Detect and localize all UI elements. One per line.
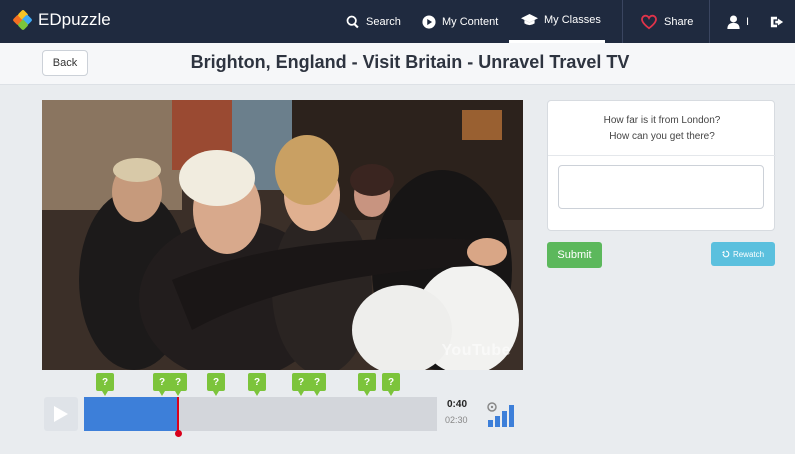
graduation-cap-icon xyxy=(521,14,538,26)
player-controls: 0:40 02:30 ????????? xyxy=(42,373,523,439)
top-nav-bar: EDpuzzle Search My Content My Classes Sh… xyxy=(0,0,795,43)
played-progress xyxy=(84,397,178,431)
nav-share-label: Share xyxy=(664,15,694,28)
play-button[interactable] xyxy=(44,397,78,431)
question-marker[interactable]: ? xyxy=(308,373,326,396)
question-line-1: How far is it from London? xyxy=(603,115,721,126)
rewatch-button[interactable]: Rewatch xyxy=(711,242,775,266)
heart-icon xyxy=(641,14,657,29)
nav-my-classes[interactable]: My Classes xyxy=(509,0,605,43)
back-button[interactable]: Back xyxy=(42,50,88,76)
user-icon xyxy=(727,14,740,29)
nav-user-menu[interactable]: I xyxy=(727,0,749,43)
youtube-watermark: YouTube xyxy=(441,342,511,359)
video-timeline[interactable] xyxy=(84,397,437,437)
question-marker[interactable]: ? xyxy=(358,373,376,396)
question-marker[interactable]: ? xyxy=(207,373,225,396)
nav-divider xyxy=(709,0,710,43)
playhead-handle[interactable] xyxy=(175,430,182,437)
nav-divider xyxy=(622,0,623,43)
nav-my-content-label: My Content xyxy=(442,15,499,28)
quality-volume-icon[interactable] xyxy=(486,400,518,428)
nav-search-label: Search xyxy=(366,15,401,28)
nav-my-classes-label: My Classes xyxy=(544,14,601,26)
question-marker[interactable]: ? xyxy=(248,373,266,396)
nav-my-content[interactable]: My Content xyxy=(422,0,498,43)
rewatch-label: Rewatch xyxy=(732,249,765,259)
video-frame xyxy=(42,100,523,370)
play-icon xyxy=(54,406,68,422)
question-line-2: How can you get there? xyxy=(609,131,715,142)
video-player[interactable]: YouTube xyxy=(42,100,523,370)
play-circle-icon xyxy=(422,14,436,29)
logout-button[interactable] xyxy=(770,0,784,43)
page-header: Back Brighton, England - Visit Britain -… xyxy=(0,43,795,85)
nav-share[interactable]: Share xyxy=(640,0,693,43)
playhead[interactable] xyxy=(177,397,179,431)
answer-textarea[interactable] xyxy=(558,165,764,209)
app-name: EDpuzzle xyxy=(38,10,111,29)
page-title: Brighton, England - Visit Britain - Unra… xyxy=(190,52,630,72)
question-marker[interactable]: ? xyxy=(382,373,400,396)
search-icon xyxy=(346,15,359,28)
rewind-icon xyxy=(721,250,730,258)
app-logo[interactable]: EDpuzzle xyxy=(12,9,111,31)
sign-out-icon xyxy=(770,16,784,27)
question-text: How far is it from London? How can you g… xyxy=(548,113,776,145)
question-card: How far is it from London? How can you g… xyxy=(547,100,776,231)
submit-button[interactable]: Submit xyxy=(547,242,602,268)
nav-search[interactable]: Search xyxy=(346,0,401,43)
current-time: 0:40 xyxy=(447,399,468,410)
question-divider xyxy=(548,155,776,156)
nav-user-initial: I xyxy=(746,15,750,28)
question-marker[interactable]: ? xyxy=(169,373,187,396)
total-time: 02:30 xyxy=(445,415,468,425)
edpuzzle-logo-icon xyxy=(12,9,33,31)
question-marker[interactable]: ? xyxy=(96,373,114,396)
